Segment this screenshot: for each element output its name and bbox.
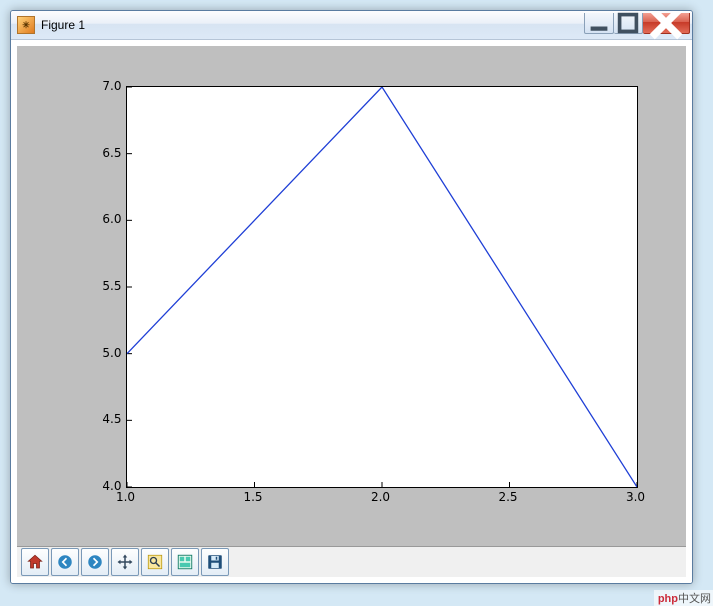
maximize-button[interactable] — [614, 13, 643, 34]
nav-toolbar — [17, 546, 686, 577]
window-controls — [584, 13, 690, 33]
zoom-icon — [146, 553, 164, 571]
plot-canvas[interactable]: 4.04.55.05.56.06.57.01.01.52.02.53.0 — [17, 46, 686, 546]
figure-window: ✳ Figure 1 4.04.55.05.56.06.57.01.01.52.… — [10, 10, 693, 584]
save-button[interactable] — [201, 548, 229, 576]
pan-button[interactable] — [111, 548, 139, 576]
home-icon — [26, 553, 44, 571]
save-icon — [206, 553, 224, 571]
axes-frame — [126, 86, 638, 488]
client-area: 4.04.55.05.56.06.57.01.01.52.02.53.0 — [11, 40, 692, 583]
back-button[interactable] — [51, 548, 79, 576]
y-tick-label: 5.0 — [82, 346, 122, 360]
titlebar[interactable]: ✳ Figure 1 — [11, 11, 692, 40]
x-tick-label: 2.0 — [361, 490, 401, 504]
window-title: Figure 1 — [41, 18, 584, 32]
y-tick-label: 6.5 — [82, 146, 122, 160]
x-tick-label: 3.0 — [616, 490, 656, 504]
arrow-left-icon — [56, 553, 74, 571]
subplot-config-icon — [176, 553, 194, 571]
y-tick-label: 6.0 — [82, 212, 122, 226]
y-tick-label: 4.5 — [82, 412, 122, 426]
x-tick-label: 1.0 — [106, 490, 146, 504]
home-button[interactable] — [21, 548, 49, 576]
configure-button[interactable] — [171, 548, 199, 576]
line-plot — [127, 87, 637, 487]
y-tick-label: 7.0 — [82, 79, 122, 93]
zoom-button[interactable] — [141, 548, 169, 576]
minimize-button[interactable] — [584, 13, 614, 34]
plot-area: 4.04.55.05.56.06.57.01.01.52.02.53.0 — [46, 66, 658, 526]
forward-button[interactable] — [81, 548, 109, 576]
move-icon — [116, 553, 134, 571]
x-tick-label: 2.5 — [488, 490, 528, 504]
app-icon: ✳ — [17, 16, 35, 34]
arrow-right-icon — [86, 553, 104, 571]
close-button[interactable] — [643, 13, 690, 34]
y-tick-label: 5.5 — [82, 279, 122, 293]
x-tick-label: 1.5 — [233, 490, 273, 504]
